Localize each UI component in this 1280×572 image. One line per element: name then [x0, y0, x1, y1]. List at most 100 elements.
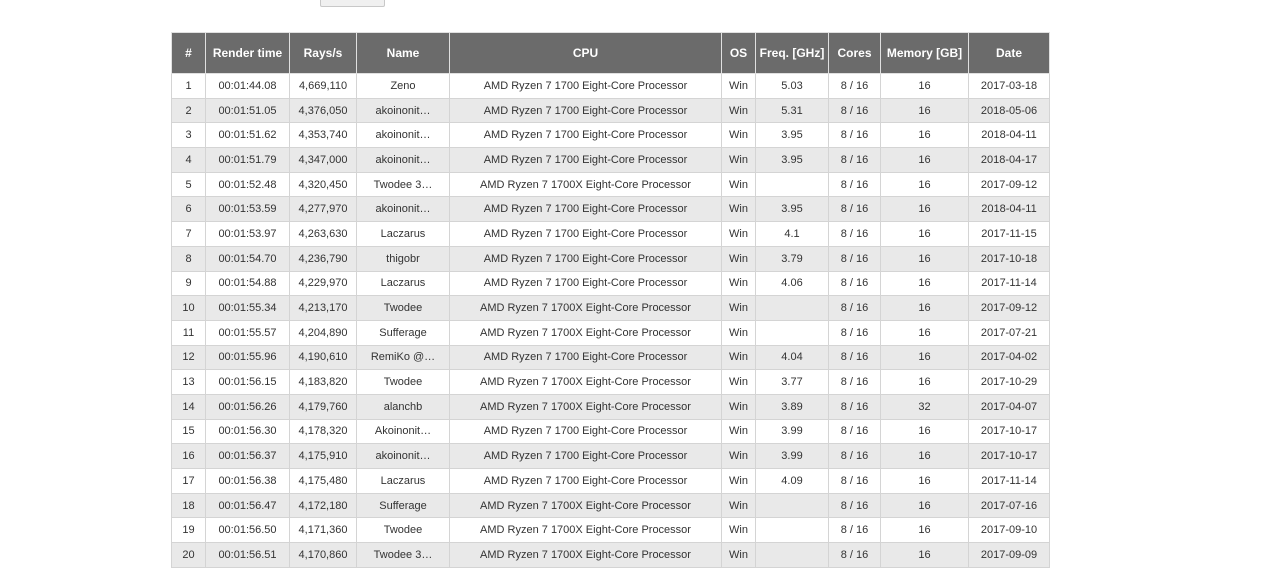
- cell-rank: 17: [171, 468, 206, 494]
- table-body: 1 00:01:44.08 4,669,110 Zeno AMD Ryzen 7 170…: [171, 73, 1050, 568]
- cell-cores: 8 / 16: [828, 393, 881, 420]
- cell-name[interactable]: Laczarus: [356, 221, 450, 247]
- cell-freq: 4.1: [755, 221, 829, 247]
- results-table: # Render time Rays/s Name CPU OS Freq. […: [171, 32, 1050, 568]
- cell-os: Win: [721, 393, 756, 420]
- cell-date: 2017-03-18: [968, 73, 1050, 99]
- cell-name[interactable]: Twodee: [356, 517, 450, 544]
- cell-memory: 16: [880, 270, 969, 297]
- cell-cpu: AMD Ryzen 7 1700 Eight-Core Processor: [449, 147, 722, 173]
- cell-rank: 8: [171, 245, 206, 272]
- cell-date: 2018-04-11: [968, 196, 1050, 223]
- top-button[interactable]: [320, 0, 385, 7]
- cell-render-time: 00:01:55.96: [205, 344, 290, 371]
- cell-cpu: AMD Ryzen 7 1700 Eight-Core Processor: [449, 418, 722, 445]
- cell-cores: 8 / 16: [828, 468, 881, 494]
- header-render-time[interactable]: Render time: [205, 32, 290, 74]
- table-row: 15 00:01:56.30 4,178,320 Akoinonit… AMD Ryze…: [171, 418, 1050, 445]
- cell-name[interactable]: Twodee: [356, 369, 450, 395]
- cell-rank: 20: [171, 542, 206, 568]
- header-date[interactable]: Date: [968, 32, 1050, 74]
- cell-cpu: AMD Ryzen 7 1700 Eight-Core Processor: [449, 73, 722, 99]
- cell-cores: 8 / 16: [828, 319, 881, 346]
- cell-cpu: AMD Ryzen 7 1700X Eight-Core Processor: [449, 542, 722, 568]
- cell-name[interactable]: Twodee 3…: [356, 171, 450, 198]
- cell-render-time: 00:01:56.26: [205, 393, 290, 420]
- cell-name[interactable]: Sufferage: [356, 319, 450, 346]
- cell-cpu: AMD Ryzen 7 1700X Eight-Core Processor: [449, 171, 722, 198]
- cell-date: 2017-10-17: [968, 443, 1050, 469]
- cell-rank: 1: [171, 73, 206, 99]
- cell-cpu: AMD Ryzen 7 1700X Eight-Core Processor: [449, 517, 722, 544]
- cell-cores: 8 / 16: [828, 542, 881, 568]
- cell-name[interactable]: Akoinonit…: [356, 418, 450, 445]
- cell-name[interactable]: Laczarus: [356, 270, 450, 297]
- cell-freq: 3.99: [755, 418, 829, 445]
- cell-memory: 16: [880, 295, 969, 321]
- header-rank[interactable]: #: [171, 32, 206, 74]
- table-header-row: # Render time Rays/s Name CPU OS Freq. […: [171, 32, 1050, 74]
- cell-rank: 13: [171, 369, 206, 395]
- cell-os: Win: [721, 245, 756, 272]
- cell-name[interactable]: akoinonit…: [356, 443, 450, 469]
- header-rays[interactable]: Rays/s: [289, 32, 357, 74]
- cell-name[interactable]: Laczarus: [356, 468, 450, 494]
- cell-cpu: AMD Ryzen 7 1700X Eight-Core Processor: [449, 295, 722, 321]
- table-row: 6 00:01:53.59 4,277,970 akoinonit… AMD Ryzen…: [171, 196, 1050, 223]
- cell-name[interactable]: Zeno: [356, 73, 450, 99]
- header-memory[interactable]: Memory [GB]: [880, 32, 969, 74]
- cell-rays: 4,669,110: [289, 73, 357, 99]
- cell-cpu: AMD Ryzen 7 1700X Eight-Core Processor: [449, 319, 722, 346]
- cell-render-time: 00:01:52.48: [205, 171, 290, 198]
- cell-rays: 4,172,180: [289, 492, 357, 519]
- cell-name[interactable]: Sufferage: [356, 492, 450, 519]
- cell-memory: 16: [880, 443, 969, 469]
- cell-os: Win: [721, 97, 756, 124]
- cell-cores: 8 / 16: [828, 122, 881, 149]
- cell-cores: 8 / 16: [828, 245, 881, 272]
- cell-name[interactable]: alanchb: [356, 393, 450, 420]
- cell-name[interactable]: RemiKo @…: [356, 344, 450, 371]
- table-row: 16 00:01:56.37 4,175,910 akoinonit… AMD Ryze…: [171, 443, 1050, 469]
- cell-memory: 16: [880, 517, 969, 544]
- header-name[interactable]: Name: [356, 32, 450, 74]
- cell-render-time: 00:01:56.30: [205, 418, 290, 445]
- cell-name[interactable]: akoinonit…: [356, 196, 450, 223]
- cell-name[interactable]: akoinonit…: [356, 122, 450, 149]
- cell-os: Win: [721, 147, 756, 173]
- header-cores[interactable]: Cores: [828, 32, 881, 74]
- cell-cpu: AMD Ryzen 7 1700 Eight-Core Processor: [449, 97, 722, 124]
- cell-cores: 8 / 16: [828, 97, 881, 124]
- cell-cores: 8 / 16: [828, 344, 881, 371]
- cell-freq: 3.77: [755, 369, 829, 395]
- cell-freq: 3.99: [755, 443, 829, 469]
- cell-name[interactable]: akoinonit…: [356, 147, 450, 173]
- header-os[interactable]: OS: [721, 32, 756, 74]
- cell-memory: 16: [880, 147, 969, 173]
- header-cpu[interactable]: CPU: [449, 32, 722, 74]
- cell-rank: 18: [171, 492, 206, 519]
- cell-name[interactable]: Twodee 3…: [356, 542, 450, 568]
- header-freq[interactable]: Freq. [GHz]: [755, 32, 829, 74]
- table-row: 9 00:01:54.88 4,229,970 Laczarus AMD Ryzen 7…: [171, 270, 1050, 297]
- cell-os: Win: [721, 344, 756, 371]
- cell-name[interactable]: Twodee: [356, 295, 450, 321]
- cell-date: 2017-04-02: [968, 344, 1050, 371]
- cell-cpu: AMD Ryzen 7 1700 Eight-Core Processor: [449, 344, 722, 371]
- cell-cpu: AMD Ryzen 7 1700 Eight-Core Processor: [449, 245, 722, 272]
- cell-rays: 4,183,820: [289, 369, 357, 395]
- cell-name[interactable]: akoinonit…: [356, 97, 450, 124]
- cell-os: Win: [721, 418, 756, 445]
- cell-rays: 4,347,000: [289, 147, 357, 173]
- cell-freq: 5.03: [755, 73, 829, 99]
- cell-memory: 16: [880, 468, 969, 494]
- cell-cpu: AMD Ryzen 7 1700X Eight-Core Processor: [449, 393, 722, 420]
- cell-name[interactable]: thigobr: [356, 245, 450, 272]
- table-row: 7 00:01:53.97 4,263,630 Laczarus AMD Ryzen 7…: [171, 221, 1050, 247]
- cell-freq: 3.89: [755, 393, 829, 420]
- cell-render-time: 00:01:44.08: [205, 73, 290, 99]
- cell-rays: 4,171,360: [289, 517, 357, 544]
- cell-rays: 4,229,970: [289, 270, 357, 297]
- cell-cpu: AMD Ryzen 7 1700 Eight-Core Processor: [449, 443, 722, 469]
- cell-cores: 8 / 16: [828, 147, 881, 173]
